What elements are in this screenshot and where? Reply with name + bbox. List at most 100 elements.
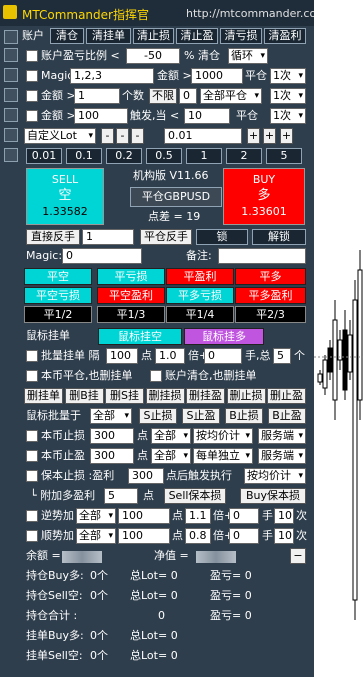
- close-position-button[interactable]: 平多: [235, 268, 306, 285]
- close-position-button[interactable]: 平多盈利: [235, 287, 306, 304]
- amount-input[interactable]: 1000: [191, 68, 243, 84]
- sell-be-button[interactable]: Sell保本损: [164, 488, 226, 504]
- tp-input[interactable]: 300: [90, 448, 134, 464]
- sl-input[interactable]: 300: [90, 428, 134, 444]
- close-reverse-button[interactable]: 平仓反手: [140, 229, 192, 245]
- tp-server-select[interactable]: 服务端: [258, 448, 306, 464]
- close-position-button[interactable]: 平1/2: [24, 306, 92, 323]
- lock-button[interactable]: 锁: [196, 229, 248, 245]
- buy-button[interactable]: BUY 多 1.33601: [223, 168, 305, 225]
- unlock-button[interactable]: 解锁: [252, 229, 306, 245]
- batch-add-input[interactable]: 0: [204, 348, 242, 364]
- trend-add-count[interactable]: 10: [274, 528, 294, 544]
- mouse-sell-button[interactable]: 鼠标挂空: [98, 328, 182, 345]
- reverse-input[interactable]: 1: [82, 229, 134, 245]
- delete-order-button[interactable]: 删挂盈: [186, 388, 225, 404]
- amount2-checkbox[interactable]: [26, 90, 38, 102]
- batch-modify-scope[interactable]: 全部: [90, 408, 132, 424]
- account-close-del-checkbox[interactable]: [150, 370, 162, 382]
- trend-add-lots[interactable]: 0: [229, 528, 259, 544]
- amount3-input[interactable]: 100: [74, 108, 128, 124]
- trend-add-scope[interactable]: 全部: [76, 528, 116, 544]
- close-position-button[interactable]: 平亏损: [97, 268, 165, 285]
- be-input[interactable]: 300: [128, 468, 164, 484]
- hide-icon[interactable]: [4, 48, 18, 62]
- lot-select[interactable]: 自定义Lot: [24, 128, 96, 144]
- account-pct-checkbox[interactable]: [26, 50, 38, 62]
- account-action-button[interactable]: 清仓: [50, 28, 84, 44]
- counter-add-scope[interactable]: 全部: [76, 508, 116, 524]
- be-calc-select[interactable]: 按均价计: [244, 468, 306, 484]
- close-position-button[interactable]: 平2/3: [235, 306, 306, 323]
- symbol-close-del-checkbox[interactable]: [26, 370, 38, 382]
- nolimit-input[interactable]: 0: [179, 88, 197, 104]
- nolimit-button[interactable]: 不限: [149, 88, 177, 104]
- lot-preset-button[interactable]: 0.2: [106, 148, 142, 164]
- account-action-button[interactable]: 清亏损: [220, 28, 262, 44]
- trend-add-mult[interactable]: 0.8: [185, 528, 211, 544]
- batch-interval-input[interactable]: 100: [106, 348, 138, 364]
- account-action-button[interactable]: 清止损: [133, 28, 174, 44]
- account-action-button[interactable]: 清盈利: [264, 28, 306, 44]
- close-position-button[interactable]: 平空盈利: [97, 287, 165, 304]
- function-icon[interactable]: [4, 88, 18, 102]
- lot-preset-button[interactable]: 0.5: [146, 148, 182, 164]
- draw-line-icon[interactable]: [4, 68, 18, 82]
- plus-big-button[interactable]: +: [280, 128, 293, 144]
- minus-big-button[interactable]: -: [101, 128, 114, 144]
- lot-preset-button[interactable]: 2: [226, 148, 262, 164]
- add-be-input[interactable]: 5: [104, 488, 138, 504]
- times-select[interactable]: 1次: [270, 68, 306, 84]
- counter-add-lots[interactable]: 0: [229, 508, 259, 524]
- scope-select[interactable]: 全部平仓: [200, 88, 262, 104]
- close-position-button[interactable]: 平1/3: [97, 306, 165, 323]
- c-icon[interactable]: [4, 108, 18, 122]
- website-url[interactable]: http://mtcommander.com: [186, 7, 327, 20]
- sl-checkbox[interactable]: [26, 430, 38, 442]
- plus-mid-button[interactable]: +: [263, 128, 276, 144]
- note-input[interactable]: [218, 248, 306, 264]
- lot-preset-button[interactable]: 0.1: [66, 148, 102, 164]
- buy-be-button[interactable]: Buy保本损: [240, 488, 306, 504]
- tp-calc-select[interactable]: 每单独立: [193, 448, 253, 464]
- delete-order-button[interactable]: 删挂单: [24, 388, 63, 404]
- help-icon[interactable]: [4, 148, 18, 162]
- minus-small-button[interactable]: -: [131, 128, 144, 144]
- trigger-input[interactable]: 10: [184, 108, 230, 124]
- b-sl-button[interactable]: B止损: [225, 408, 263, 424]
- s-tp-button[interactable]: S止盈: [182, 408, 220, 424]
- magic2-input[interactable]: 0: [62, 248, 142, 264]
- sl-calc-select[interactable]: 按均价计: [193, 428, 253, 444]
- counter-add-mult[interactable]: 1.1: [185, 508, 211, 524]
- close-symbol-button[interactable]: 平仓GBPUSD: [130, 187, 222, 207]
- counter-add-count[interactable]: 10: [274, 508, 294, 524]
- magic-checkbox[interactable]: [26, 70, 38, 82]
- close-position-button[interactable]: 平空亏损: [24, 287, 92, 304]
- minus-mid-button[interactable]: -: [116, 128, 129, 144]
- settings-icon[interactable]: [4, 128, 18, 142]
- amount2-input[interactable]: 1: [74, 88, 120, 104]
- magic-input[interactable]: 1,2,3: [70, 68, 154, 84]
- account-action-button[interactable]: 清止盈: [176, 28, 218, 44]
- trend-add-input[interactable]: 100: [118, 528, 170, 544]
- direct-reverse-button[interactable]: 直接反手: [26, 229, 80, 245]
- plus-small-button[interactable]: +: [247, 128, 260, 144]
- delete-order-button[interactable]: 删B挂: [64, 388, 104, 404]
- mouse-buy-button[interactable]: 鼠标挂多: [184, 328, 264, 345]
- account-action-button[interactable]: 清挂单: [86, 28, 131, 44]
- lot-preset-button[interactable]: 5: [266, 148, 302, 164]
- lot-preset-button[interactable]: 0.01: [26, 148, 62, 164]
- counter-add-input[interactable]: 100: [118, 508, 170, 524]
- collapse-button[interactable]: −: [290, 548, 306, 564]
- sl-scope-select[interactable]: 全部: [151, 428, 191, 444]
- lot-preset-button[interactable]: 1: [186, 148, 222, 164]
- s-sl-button[interactable]: S止损: [139, 408, 177, 424]
- sell-button[interactable]: SELL 空 1.33582: [26, 168, 104, 225]
- lot-input[interactable]: 0.01: [164, 128, 242, 144]
- b-tp-button[interactable]: B止盈: [268, 408, 306, 424]
- delete-order-button[interactable]: 删止损: [226, 388, 266, 404]
- batch-count-input[interactable]: 5: [273, 348, 291, 364]
- account-pct-input[interactable]: -50: [126, 48, 180, 64]
- times2-select[interactable]: 1次: [270, 88, 306, 104]
- batch-mult-input[interactable]: 1.0: [155, 348, 185, 364]
